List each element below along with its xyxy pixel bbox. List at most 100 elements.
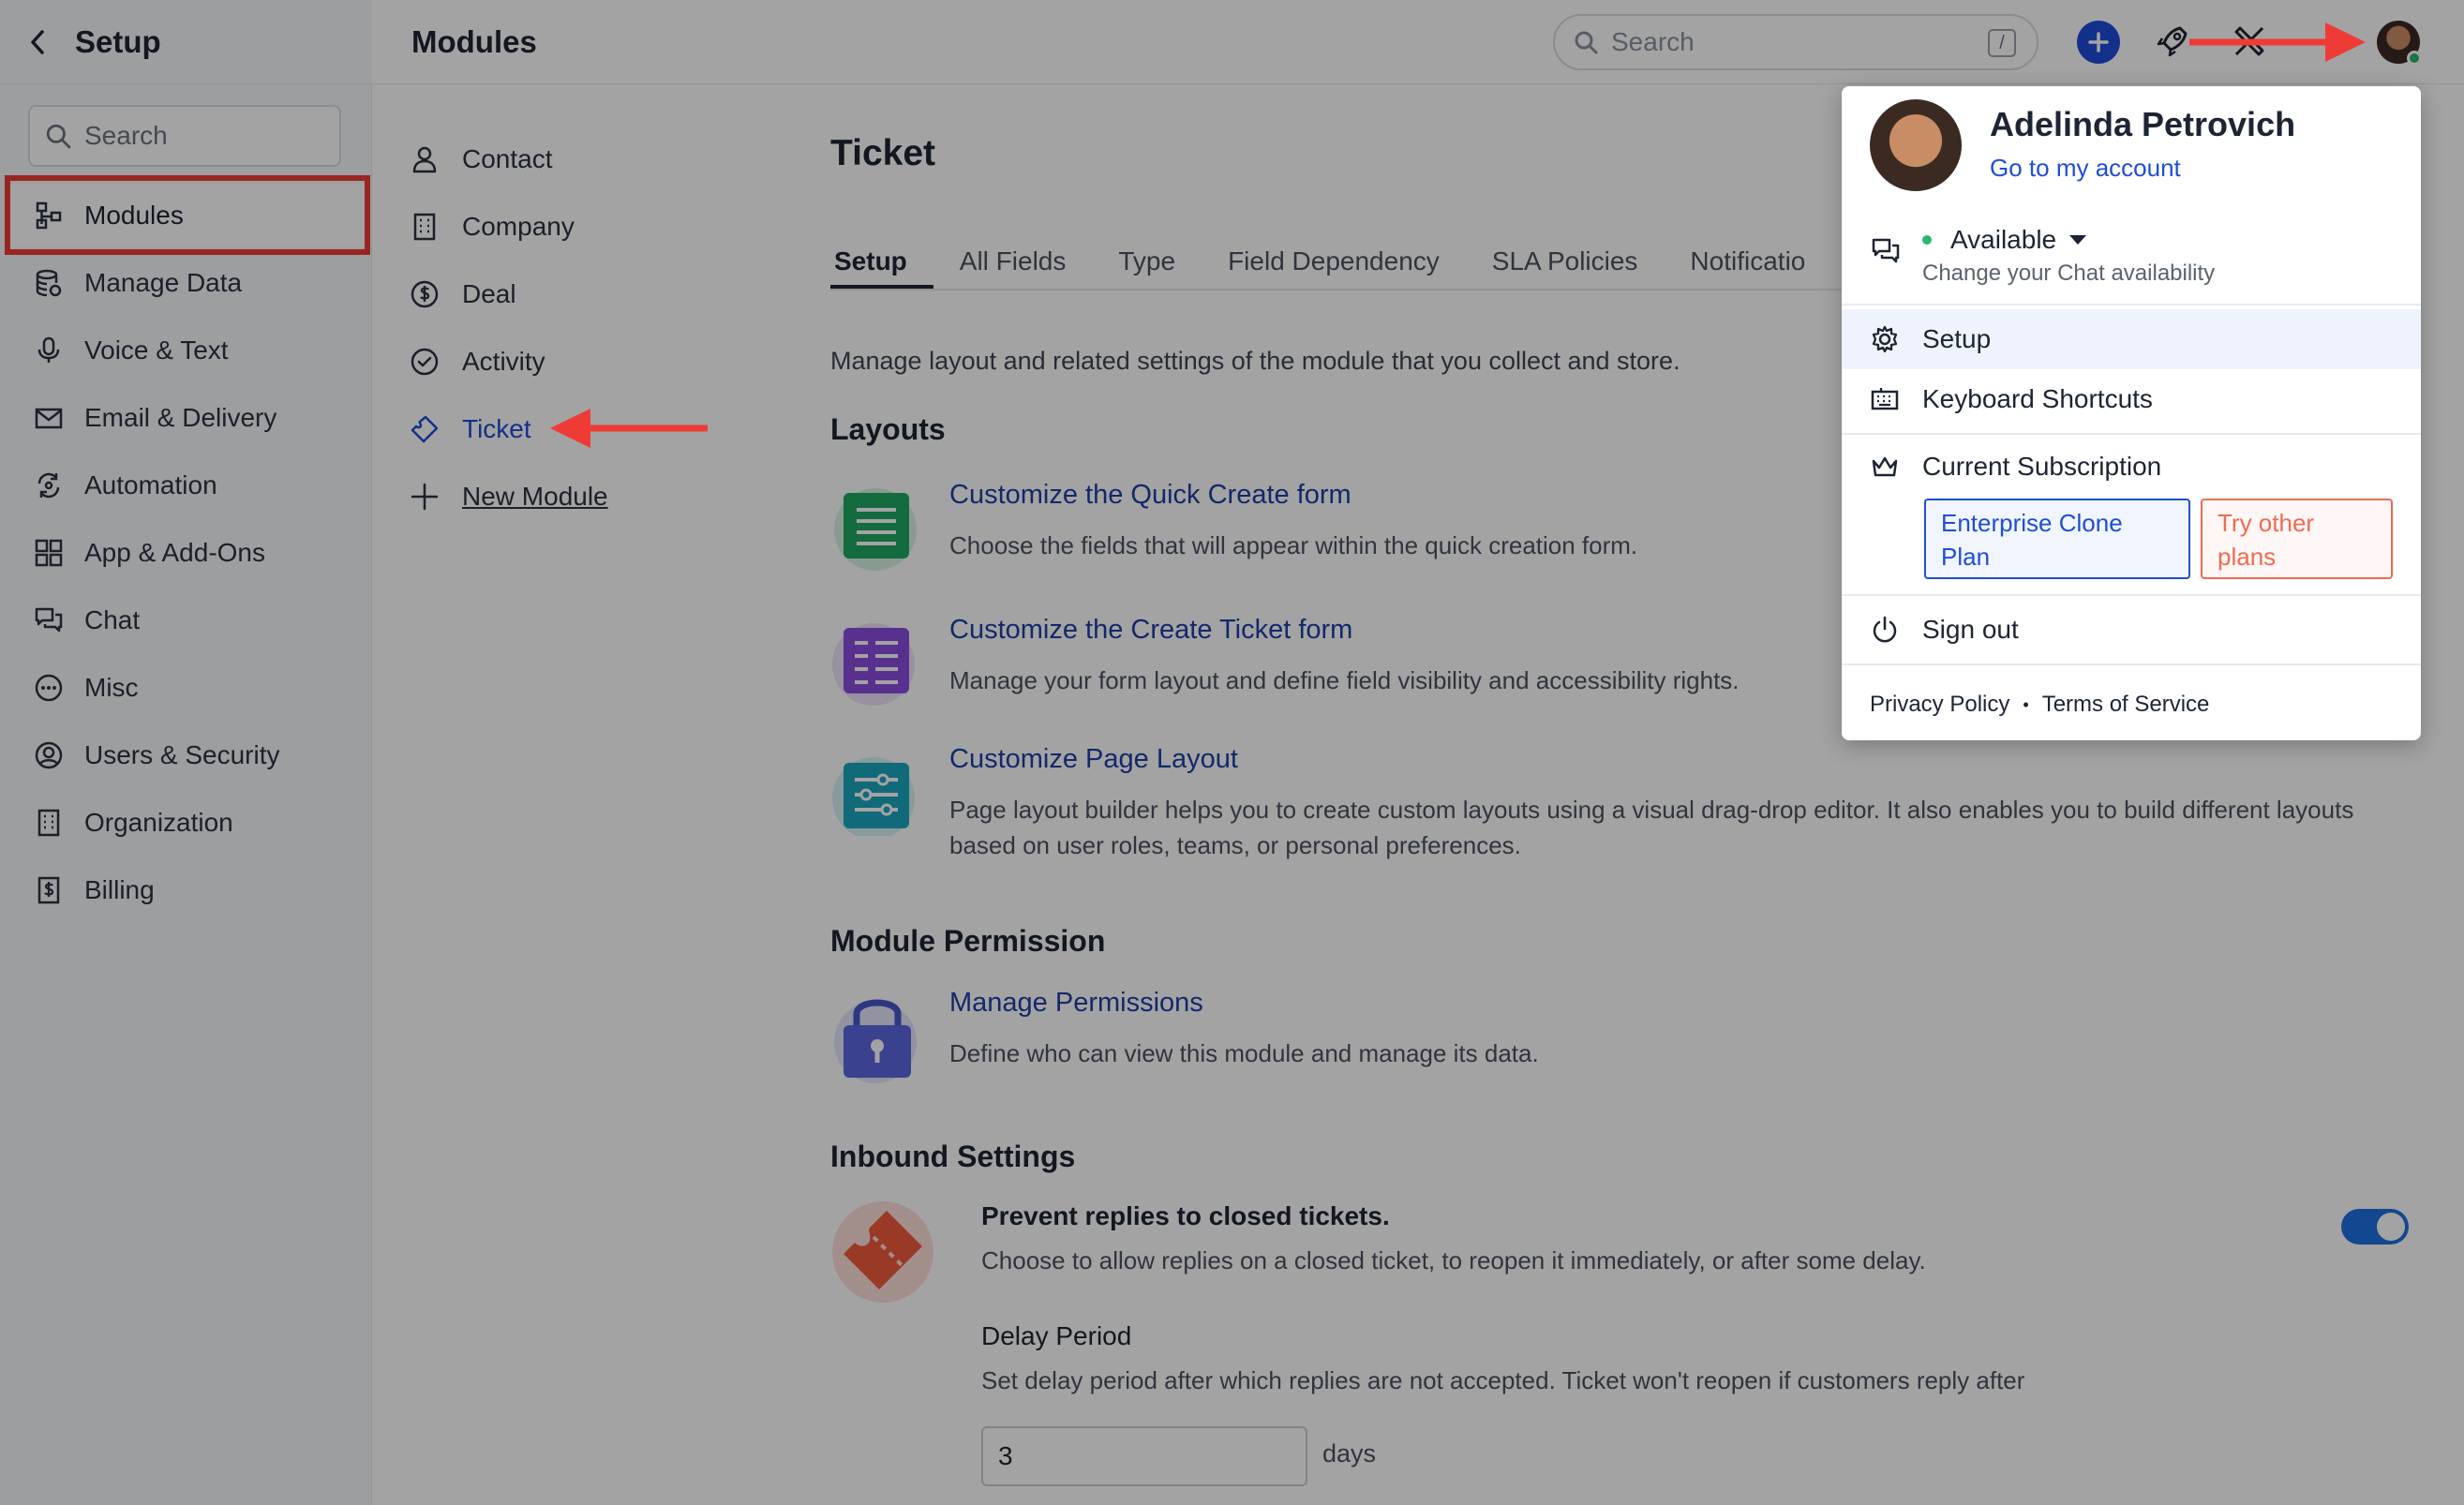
tab-setup[interactable]: Setup xyxy=(830,242,933,289)
building-icon xyxy=(413,213,436,241)
crown-icon xyxy=(1872,456,1898,477)
sidebar-item-automation[interactable]: Automation xyxy=(9,454,369,517)
sidebar-item-label: Manage Data xyxy=(84,268,243,297)
availability-dropdown[interactable]: Available xyxy=(1922,225,2087,255)
global-search-placeholder: Search xyxy=(1611,27,1695,56)
search-shortcut-key: / xyxy=(1988,29,2016,57)
privacy-policy-link[interactable]: Privacy Policy xyxy=(1870,692,2009,718)
terms-of-service-link[interactable]: Terms of Service xyxy=(2042,692,2210,718)
module-item-deal[interactable]: Deal xyxy=(410,266,516,322)
user-circle-icon xyxy=(35,741,63,769)
delay-period-input[interactable]: 3 xyxy=(981,1426,1307,1486)
create-form-icon xyxy=(832,623,915,706)
sidebar-item-label: Billing xyxy=(84,875,155,904)
permission-card: Manage Permissions Define who can view t… xyxy=(830,986,2355,1083)
search-icon xyxy=(1575,31,1598,54)
lock-icon xyxy=(834,999,917,1083)
module-item-ticket[interactable]: Ticket xyxy=(410,401,531,457)
module-item-label: Company xyxy=(462,212,575,241)
sidebar-item-manage-data[interactable]: Manage Data xyxy=(9,251,369,315)
rocket-button[interactable] xyxy=(2154,22,2191,65)
menu-item-label: Current Subscription xyxy=(1922,452,2162,481)
sidebar-search-input[interactable]: Search xyxy=(28,105,341,167)
module-item-label: Ticket xyxy=(462,414,531,443)
sidebar-item-chat[interactable]: Chat xyxy=(9,589,369,652)
current-plan-button[interactable]: Enterprise Clone Plan xyxy=(1924,499,2190,579)
check-circle-icon xyxy=(411,348,439,376)
back-button[interactable] xyxy=(0,28,75,56)
page-layout-icon xyxy=(832,757,915,840)
more-icon xyxy=(35,674,63,702)
profile-menu: Adelinda Petrovich Go to my account Avai… xyxy=(1842,86,2421,740)
modules-highlight-box xyxy=(5,175,370,255)
chat-icon xyxy=(1872,238,1900,263)
power-icon xyxy=(1873,616,1897,643)
sidebar-item-billing[interactable]: Billing xyxy=(9,858,369,922)
prevent-replies-toggle[interactable] xyxy=(2341,1209,2409,1244)
delay-unit-label: days xyxy=(1322,1439,1377,1468)
toggle-knob xyxy=(2377,1213,2405,1241)
sidebar-item-label: Users & Security xyxy=(84,740,280,769)
module-item-label: Activity xyxy=(462,347,545,376)
chat-icon xyxy=(35,607,63,633)
sidebar-item-email-delivery[interactable]: Email & Delivery xyxy=(9,386,369,450)
quick-form-icon xyxy=(834,488,917,571)
menu-item-label: Keyboard Shortcuts xyxy=(1922,384,2153,413)
person-icon xyxy=(412,146,437,173)
tab-type[interactable]: Type xyxy=(1092,242,1202,289)
module-item-activity[interactable]: Activity xyxy=(410,334,545,390)
sign-out-button[interactable]: Sign out xyxy=(1842,600,2421,660)
profile-menu-footer: Privacy Policy • Terms of Service xyxy=(1870,692,2209,718)
new-module-link[interactable]: New Module xyxy=(410,469,608,525)
tab-all-fields[interactable]: All Fields xyxy=(933,242,1093,289)
prevent-replies-title: Prevent replies to closed tickets. xyxy=(981,1201,1390,1230)
sidebar-item-organization[interactable]: Organization xyxy=(9,791,369,855)
bullet-separator: • xyxy=(2023,694,2029,714)
sidebar-item-misc[interactable]: Misc xyxy=(9,656,369,720)
layouts-heading: Layouts xyxy=(830,412,946,446)
module-item-label: Deal xyxy=(462,279,516,308)
search-icon xyxy=(46,124,71,149)
create-button[interactable] xyxy=(2077,21,2120,64)
rocket-icon xyxy=(2157,26,2188,57)
intro-text: Manage layout and related settings of th… xyxy=(830,347,1680,375)
setup-header: Setup xyxy=(0,0,372,84)
page-layout-desc: Page layout builder helps you to create … xyxy=(949,796,2354,859)
manage-permissions-desc: Define who can view this module and mana… xyxy=(949,1039,1539,1067)
building-icon xyxy=(37,809,60,837)
database-icon xyxy=(36,269,62,297)
keyboard-icon xyxy=(1871,388,1899,410)
tab-notifications[interactable]: Notificatio xyxy=(1664,242,1831,289)
sidebar-item-users-security[interactable]: Users & Security xyxy=(9,723,369,787)
menu-item-keyboard-shortcuts[interactable]: Keyboard Shortcuts xyxy=(1842,369,2421,429)
availability-status: Available xyxy=(1950,225,2057,254)
tab-field-dependency[interactable]: Field Dependency xyxy=(1202,242,1466,289)
module-list: Contact Company Deal Activity Ticket New… xyxy=(372,84,803,1505)
setup-sidebar: Search Modules Manage Data Voice & Text … xyxy=(0,84,372,1505)
dollar-icon xyxy=(411,280,439,308)
delay-period-title: Delay Period xyxy=(981,1321,1132,1350)
sidebar-item-label: Email & Delivery xyxy=(84,403,277,432)
menu-item-setup[interactable]: Setup xyxy=(1842,309,2421,369)
tab-sla-policies[interactable]: SLA Policies xyxy=(1466,242,1665,289)
module-item-contact[interactable]: Contact xyxy=(410,131,553,187)
sidebar-item-app-addons[interactable]: App & Add-Ons xyxy=(9,521,369,585)
modules-title: Modules xyxy=(411,23,537,59)
billing-icon xyxy=(37,876,60,904)
module-item-company[interactable]: Company xyxy=(410,199,575,255)
prevent-replies-desc: Choose to allow replies on a closed tick… xyxy=(981,1246,1926,1274)
menu-item-current-subscription[interactable]: Current Subscription xyxy=(1842,437,2421,497)
go-to-account-link[interactable]: Go to my account xyxy=(1990,154,2181,183)
prevent-replies-text: Prevent replies to closed tickets. Choos… xyxy=(981,1201,1926,1275)
manage-permissions-link[interactable]: Manage Permissions xyxy=(949,988,2355,1019)
menu-item-label: Setup xyxy=(1922,324,1992,353)
profile-avatar-button[interactable] xyxy=(2377,21,2422,66)
global-search-input[interactable]: Search / xyxy=(1553,14,2038,70)
new-module-label: New Module xyxy=(462,482,608,511)
menu-divider xyxy=(1842,594,2421,596)
envelope-icon xyxy=(35,408,63,429)
sidebar-item-voice-text[interactable]: Voice & Text xyxy=(9,319,369,382)
page-layout-link[interactable]: Customize Page Layout xyxy=(949,744,2355,775)
try-other-plans-button[interactable]: Try other plans xyxy=(2201,499,2393,579)
online-status-dot xyxy=(2407,51,2422,66)
